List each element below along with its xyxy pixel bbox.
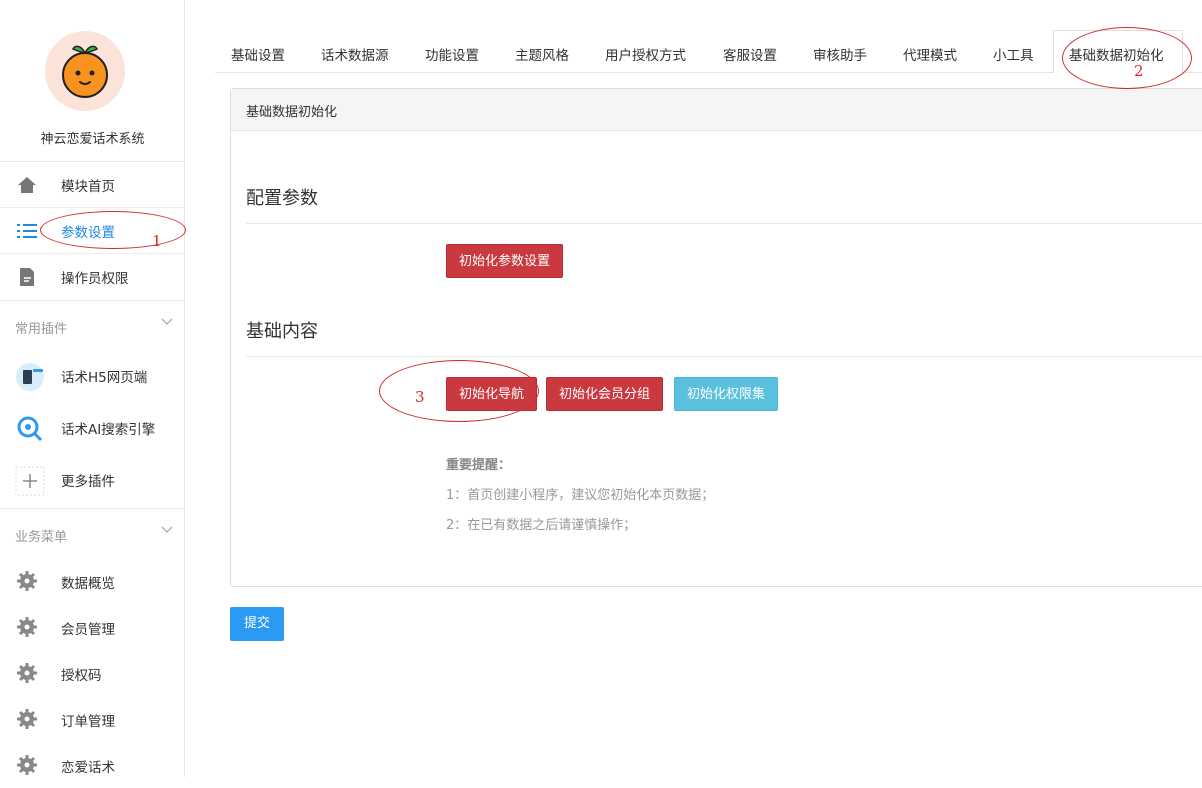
plugin-item-more[interactable]: 更多插件: [0, 454, 184, 506]
business-item-orders[interactable]: 订单管理: [0, 696, 184, 742]
gear-icon: [17, 663, 37, 683]
business-item-auth-codes[interactable]: 授权码: [0, 650, 184, 696]
business-item-love-scripts[interactable]: 恋爱话术: [0, 742, 184, 788]
annotation-number: 2: [1134, 62, 1144, 80]
nav-item-operator-permissions[interactable]: 操作员权限: [0, 254, 184, 300]
plus-icon: [15, 466, 45, 496]
init-permission-sets-button[interactable]: 初始化权限集: [674, 377, 779, 411]
nav-item-label: 模块首页: [61, 179, 115, 195]
group-common-plugins[interactable]: 常用插件: [0, 300, 184, 350]
submit-button[interactable]: 提交: [230, 607, 284, 641]
init-panel: 基础数据初始化 配置参数 初始化参数设置 基础内容 初始化导航 初始化会员分组 …: [230, 88, 1202, 587]
ai-search-icon: [15, 414, 45, 444]
divider: [246, 223, 1202, 224]
plugin-item-label: 话术H5网页端: [61, 370, 148, 386]
home-icon: [16, 174, 38, 196]
business-item-label: 授权码: [61, 668, 102, 684]
notice-title: 重要提醒：: [446, 458, 512, 473]
brand: 神云恋爱话术系统: [0, 0, 184, 162]
chevron-down-icon: [160, 315, 174, 329]
business-item-label: 会员管理: [61, 622, 115, 638]
gear-icon: [17, 571, 37, 591]
init-member-groups-button[interactable]: 初始化会员分组: [546, 377, 664, 411]
business-item-label: 订单管理: [61, 714, 115, 730]
business-item-label: 恋爱话术: [61, 760, 115, 776]
nav-item-label: 参数设置: [61, 225, 115, 241]
nav-item-label: 操作员权限: [61, 271, 129, 287]
plugin-item-label: 话术AI搜索引擎: [61, 422, 156, 438]
notice-line: 2：在已有数据之后请谨慎操作；: [446, 518, 637, 533]
annotation-number: 3: [415, 388, 425, 406]
tab-script-data-source[interactable]: 话术数据源: [321, 44, 389, 64]
init-nav-button[interactable]: 初始化导航: [446, 377, 538, 411]
tab-tools[interactable]: 小工具: [993, 44, 1034, 64]
chevron-down-icon: [160, 523, 174, 537]
tab-customer-service[interactable]: 客服设置: [723, 44, 777, 64]
divider: [246, 356, 1202, 357]
tab-basic-settings[interactable]: 基础设置: [231, 44, 285, 64]
group-business-menu[interactable]: 业务菜单: [0, 508, 184, 558]
nav-item-home[interactable]: 模块首页: [0, 162, 184, 208]
tab-feature-settings[interactable]: 功能设置: [425, 44, 479, 64]
tab-theme-style[interactable]: 主题风格: [515, 44, 569, 64]
sidebar: 神云恋爱话术系统 模块首页 参数设置 操作员权限 常用插件 话术H5网页端 话术…: [0, 0, 185, 777]
group-label: 业务菜单: [15, 530, 68, 545]
business-item-label: 数据概览: [61, 576, 115, 592]
business-item-data-overview[interactable]: 数据概览: [0, 558, 184, 604]
tab-basic-data-init[interactable]: 基础数据初始化: [1069, 44, 1164, 64]
settings-tabs: 基础设置 话术数据源 功能设置 主题风格 用户授权方式 客服设置 审核助手 代理…: [215, 30, 1202, 74]
gear-icon: [17, 617, 37, 637]
group-label: 常用插件: [15, 322, 68, 337]
tab-user-auth-method[interactable]: 用户授权方式: [605, 44, 686, 64]
annotation-number: 1: [152, 232, 162, 250]
tab-agent-mode[interactable]: 代理模式: [903, 44, 957, 64]
plugin-item-label: 更多插件: [61, 474, 115, 490]
init-params-button[interactable]: 初始化参数设置: [446, 244, 564, 278]
plugin-item-h5[interactable]: 话术H5网页端: [0, 350, 184, 402]
h5-plugin-icon: [15, 362, 45, 392]
plugin-item-ai-search[interactable]: 话术AI搜索引擎: [0, 402, 184, 454]
list-icon: [16, 220, 38, 242]
notice-line: 1：首页创建小程序，建议您初始化本页数据；: [446, 488, 715, 503]
app-name: 神云恋爱话术系统: [40, 132, 145, 147]
panel-header: 基础数据初始化: [231, 89, 1202, 131]
document-edit-icon: [16, 266, 38, 288]
tab-review-assistant[interactable]: 审核助手: [813, 44, 867, 64]
content-section-title: 基础内容: [246, 321, 318, 342]
config-section-title: 配置参数: [246, 188, 318, 209]
orange-logo-icon: [45, 31, 125, 111]
gear-icon: [17, 755, 37, 775]
gear-icon: [17, 709, 37, 729]
business-item-members[interactable]: 会员管理: [0, 604, 184, 650]
